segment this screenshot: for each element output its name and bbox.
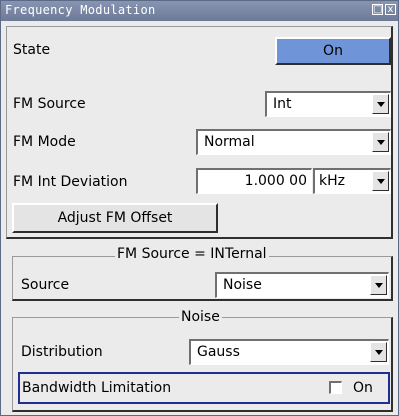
noise-group-title: Noise bbox=[179, 309, 222, 325]
chevron-down-icon[interactable] bbox=[370, 342, 387, 362]
chevron-down-icon[interactable] bbox=[372, 132, 389, 152]
adjust-fm-offset-button[interactable]: Adjust FM Offset bbox=[12, 203, 218, 233]
distribution-select[interactable]: Gauss bbox=[189, 339, 389, 365]
chevron-down-icon[interactable] bbox=[370, 275, 387, 295]
source-label: Source bbox=[21, 277, 70, 293]
state-label: State bbox=[13, 42, 51, 58]
title-bar[interactable]: Frequency Modulation □ x bbox=[1, 1, 398, 21]
fm-mode-value: Normal bbox=[204, 134, 255, 150]
chevron-down-icon[interactable] bbox=[372, 171, 389, 191]
fm-int-deviation-input[interactable]: 1.000 00 bbox=[196, 168, 312, 194]
source-select[interactable]: Noise bbox=[215, 272, 389, 298]
fm-mode-label: FM Mode bbox=[13, 134, 76, 150]
fm-source-value: Int bbox=[273, 96, 292, 112]
bandwidth-limitation-row[interactable]: Bandwidth Limitation On bbox=[18, 372, 390, 404]
chevron-down-icon[interactable] bbox=[372, 94, 389, 114]
fm-mode-select[interactable]: Normal bbox=[196, 129, 391, 155]
source-value: Noise bbox=[223, 277, 262, 293]
deviation-unit-select[interactable]: kHz bbox=[313, 168, 391, 194]
distribution-value: Gauss bbox=[197, 344, 240, 360]
deviation-unit-value: kHz bbox=[319, 173, 345, 189]
frequency-modulation-dialog: Frequency Modulation □ x State On FM Sou… bbox=[0, 0, 399, 416]
fm-source-select[interactable]: Int bbox=[265, 91, 391, 117]
fm-int-deviation-label: FM Int Deviation bbox=[13, 174, 128, 190]
distribution-label: Distribution bbox=[21, 344, 103, 360]
bandwidth-limitation-checkbox[interactable] bbox=[329, 381, 342, 394]
state-on-button[interactable]: On bbox=[275, 37, 391, 65]
restore-icon[interactable]: □ bbox=[372, 4, 383, 15]
fm-source-group-title: FM Source = INTernal bbox=[115, 246, 269, 262]
close-icon[interactable]: x bbox=[385, 4, 396, 15]
window-title: Frequency Modulation bbox=[5, 3, 156, 17]
bandwidth-on-label: On bbox=[353, 380, 373, 396]
fm-source-label: FM Source bbox=[13, 96, 86, 112]
bandwidth-limitation-label: Bandwidth Limitation bbox=[22, 380, 172, 396]
